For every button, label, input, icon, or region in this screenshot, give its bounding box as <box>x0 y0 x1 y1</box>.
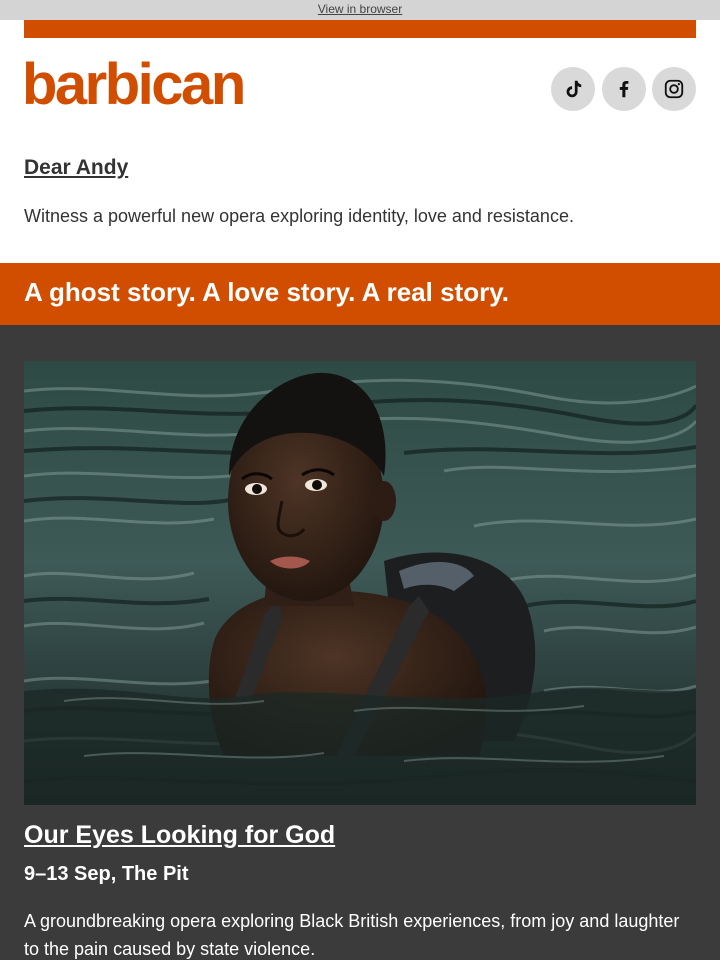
greeting: Dear Andy <box>24 156 129 179</box>
accent-strip <box>24 20 696 38</box>
instagram-glyph <box>664 79 684 99</box>
instagram-icon[interactable] <box>652 67 696 111</box>
event-title-link[interactable]: Our Eyes Looking for God <box>24 821 335 850</box>
event-hero-image[interactable] <box>24 361 696 805</box>
intro-text: Witness a powerful new opera exploring i… <box>24 206 574 226</box>
banner-headline: A ghost story. A love story. A real stor… <box>24 277 509 307</box>
tiktok-glyph <box>566 80 582 98</box>
view-in-browser-link[interactable]: View in browser <box>318 2 402 16</box>
facebook-icon[interactable] <box>602 67 646 111</box>
event-description: A groundbreaking opera exploring Black B… <box>24 911 680 959</box>
barbican-logo[interactable]: barbican <box>22 52 246 118</box>
facebook-glyph <box>619 81 629 98</box>
headline-banner: A ghost story. A love story. A real stor… <box>0 263 720 325</box>
hero-illustration <box>24 361 696 805</box>
top-bar: View in browser <box>0 0 720 20</box>
tiktok-icon[interactable] <box>551 67 595 111</box>
event-date-venue: 9–13 Sep, The Pit <box>24 863 189 885</box>
